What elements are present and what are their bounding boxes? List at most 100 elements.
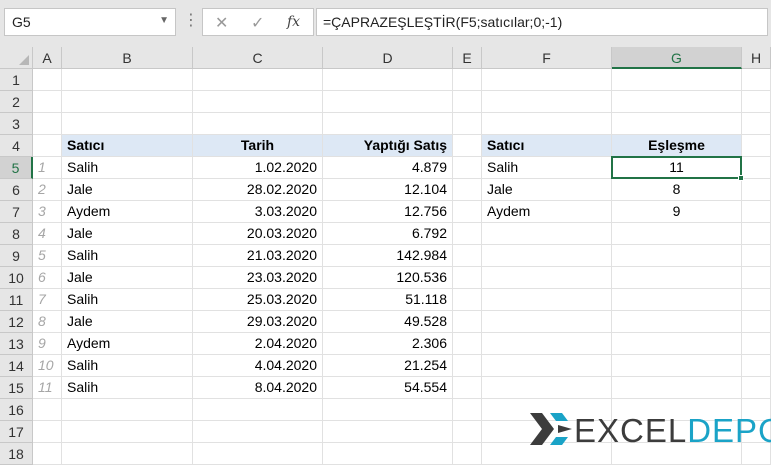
cell[interactable] — [453, 113, 482, 135]
cell[interactable] — [323, 113, 453, 135]
row-header-10[interactable]: 10 — [0, 267, 33, 289]
cell[interactable] — [612, 69, 742, 91]
cell[interactable] — [453, 157, 482, 179]
cell[interactable] — [453, 421, 482, 443]
cell[interactable] — [612, 267, 742, 289]
cell-satis[interactable]: 142.984 — [323, 245, 453, 267]
cell-satici[interactable]: Salih — [482, 157, 612, 179]
row-index[interactable]: 3 — [33, 201, 62, 223]
column-header-g[interactable]: G — [612, 47, 742, 69]
cell-satici[interactable]: Salih — [62, 355, 193, 377]
cell[interactable] — [33, 91, 62, 113]
cell[interactable] — [612, 377, 742, 399]
cell[interactable] — [482, 223, 612, 245]
row-index[interactable]: 9 — [33, 333, 62, 355]
cell-satis[interactable]: 49.528 — [323, 311, 453, 333]
column-header-e[interactable]: E — [453, 47, 482, 69]
cell-satis[interactable]: 4.879 — [323, 157, 453, 179]
cell[interactable] — [33, 421, 62, 443]
cancel-icon[interactable]: ✕ — [215, 13, 228, 33]
cell[interactable] — [33, 113, 62, 135]
row-header-15[interactable]: 15 — [0, 377, 33, 399]
cell[interactable] — [742, 245, 771, 267]
cell[interactable] — [742, 289, 771, 311]
cell[interactable] — [453, 443, 482, 465]
name-box[interactable]: G5 ▼ — [4, 8, 176, 36]
cell-satis[interactable]: 51.118 — [323, 289, 453, 311]
cell[interactable] — [742, 355, 771, 377]
row-header-8[interactable]: 8 — [0, 223, 33, 245]
row-header-5[interactable]: 5 — [0, 157, 33, 179]
table-header-cell[interactable]: Satıcı — [62, 135, 193, 157]
cell-tarih[interactable]: 20.03.2020 — [193, 223, 323, 245]
cell-eslesme[interactable]: 11 — [612, 157, 742, 179]
cell[interactable] — [742, 113, 771, 135]
cell[interactable] — [323, 399, 453, 421]
cell[interactable] — [482, 267, 612, 289]
cell[interactable] — [62, 69, 193, 91]
cell-satis[interactable]: 6.792 — [323, 223, 453, 245]
cell[interactable] — [453, 201, 482, 223]
cell-satis[interactable]: 120.536 — [323, 267, 453, 289]
row-header-17[interactable]: 17 — [0, 421, 33, 443]
cell-satis[interactable]: 12.104 — [323, 179, 453, 201]
chevron-down-icon[interactable]: ▼ — [159, 15, 169, 26]
row-index[interactable]: 7 — [33, 289, 62, 311]
cell[interactable] — [453, 267, 482, 289]
cell[interactable] — [482, 69, 612, 91]
cell[interactable] — [62, 91, 193, 113]
cell[interactable] — [742, 69, 771, 91]
cell[interactable] — [482, 333, 612, 355]
cell[interactable] — [323, 443, 453, 465]
cell-satici[interactable]: Jale — [482, 179, 612, 201]
cell[interactable] — [612, 223, 742, 245]
cell[interactable] — [453, 245, 482, 267]
cell[interactable] — [612, 311, 742, 333]
cell-satici[interactable]: Jale — [62, 179, 193, 201]
cell-satis[interactable]: 54.554 — [323, 377, 453, 399]
cell[interactable] — [482, 355, 612, 377]
row-index[interactable]: 10 — [33, 355, 62, 377]
row-index[interactable]: 4 — [33, 223, 62, 245]
cell-tarih[interactable]: 2.04.2020 — [193, 333, 323, 355]
cell-satici[interactable]: Salih — [62, 157, 193, 179]
cell[interactable] — [612, 355, 742, 377]
cell-satici[interactable]: Jale — [62, 311, 193, 333]
cell[interactable] — [453, 289, 482, 311]
table-header-cell[interactable]: Yaptığı Satış — [323, 135, 453, 157]
cell-satici[interactable]: Aydem — [482, 201, 612, 223]
cell[interactable] — [193, 69, 323, 91]
cell[interactable] — [612, 113, 742, 135]
cell[interactable] — [62, 399, 193, 421]
cell[interactable] — [612, 289, 742, 311]
cell[interactable] — [742, 91, 771, 113]
row-index[interactable]: 1 — [33, 157, 62, 179]
column-header-f[interactable]: F — [482, 47, 612, 69]
cell[interactable] — [323, 69, 453, 91]
cell[interactable] — [482, 245, 612, 267]
spreadsheet-grid[interactable]: A B C D E F G H 1 2 3 4 5 6 7 8 9 10 11 12 13 14 15 16 17 18 Satıc… — [0, 47, 771, 466]
cell-tarih[interactable]: 3.03.2020 — [193, 201, 323, 223]
table-header-cell[interactable]: Eşleşme — [612, 135, 742, 157]
row-header-2[interactable]: 2 — [0, 91, 33, 113]
cell[interactable] — [33, 69, 62, 91]
cell-satici[interactable]: Aydem — [62, 333, 193, 355]
row-header-12[interactable]: 12 — [0, 311, 33, 333]
cell-satici[interactable]: Salih — [62, 245, 193, 267]
cell[interactable] — [482, 377, 612, 399]
cell[interactable] — [62, 421, 193, 443]
cell[interactable] — [742, 157, 771, 179]
cell[interactable] — [453, 355, 482, 377]
row-index[interactable]: 8 — [33, 311, 62, 333]
select-all-corner[interactable] — [0, 47, 33, 69]
cell-tarih[interactable]: 29.03.2020 — [193, 311, 323, 333]
cell[interactable] — [453, 69, 482, 91]
cell[interactable] — [742, 201, 771, 223]
column-header-a[interactable]: A — [33, 47, 62, 69]
cell[interactable] — [453, 223, 482, 245]
cell-satis[interactable]: 21.254 — [323, 355, 453, 377]
row-header-16[interactable]: 16 — [0, 399, 33, 421]
cell[interactable] — [62, 113, 193, 135]
row-header-11[interactable]: 11 — [0, 289, 33, 311]
cell-tarih[interactable]: 4.04.2020 — [193, 355, 323, 377]
